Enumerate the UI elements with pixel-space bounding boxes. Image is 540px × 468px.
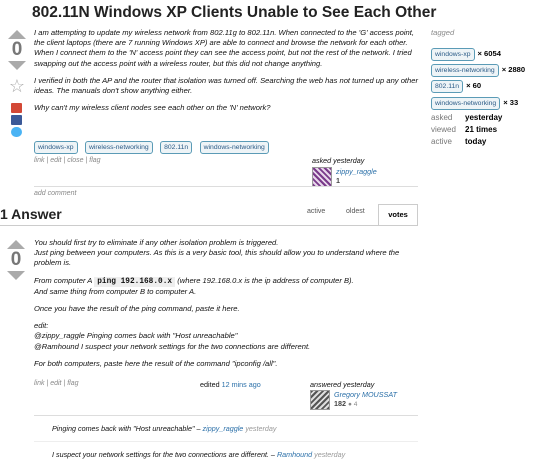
- question-tags: windows-xp wireless-networking 802.11n w…: [34, 136, 272, 154]
- comment: Pinging comes back with "Host unreachabl…: [52, 424, 276, 433]
- answers-count: 1 Answer: [0, 206, 62, 222]
- user-name[interactable]: Gregory MOUSSAT: [334, 390, 397, 399]
- answer-vote-count: 0: [10, 249, 22, 270]
- stat-label: viewed: [431, 125, 456, 134]
- sidebar-tag-count: × 60: [466, 81, 482, 90]
- upvote-icon[interactable]: [8, 30, 26, 39]
- add-comment-link[interactable]: add comment: [34, 190, 76, 197]
- question-actions[interactable]: link | edit | close | flag: [34, 157, 101, 164]
- answer-text: From computer A: [34, 275, 93, 285]
- sidebar-tag-count: × 6054: [477, 49, 501, 58]
- tag-802-11n[interactable]: 802.11n: [160, 141, 193, 154]
- question-body: I am attempting to update my wireless ne…: [34, 28, 418, 120]
- twitter-icon[interactable]: [11, 127, 22, 137]
- question-vote-column: 0 ☆: [6, 30, 28, 96]
- tagged-label: tagged: [431, 28, 455, 37]
- tag-windows-networking[interactable]: windows-networking: [199, 141, 269, 154]
- ping-code: ping 192.168.0.x: [94, 276, 176, 287]
- question-paragraph: I verified in both the AP and the router…: [34, 75, 419, 96]
- divider: [34, 415, 418, 416]
- question-paragraph: Why can't my wireless client nodes see e…: [34, 103, 271, 113]
- divider: [0, 225, 418, 226]
- edit-label: edit:: [34, 321, 49, 331]
- downvote-icon[interactable]: [7, 271, 25, 280]
- answer-paragraph: You should first try to eliminate if any…: [34, 238, 279, 247]
- divider: [34, 186, 418, 187]
- tab-oldest[interactable]: oldest: [346, 208, 365, 215]
- tag-windows-xp[interactable]: windows-xp: [34, 141, 78, 154]
- answer-user-card: answered yesterday Gregory MOUSSAT 182 ●…: [310, 380, 420, 410]
- edited-time[interactable]: 12 mins ago: [222, 380, 261, 389]
- avatar[interactable]: [312, 167, 332, 187]
- answer-text: (where 192.168.0.x is the ip address of …: [177, 275, 354, 285]
- comment-time: yesterday: [245, 424, 277, 433]
- upvote-icon[interactable]: [7, 240, 25, 249]
- answer-body: You should first try to eliminate if any…: [34, 238, 418, 376]
- user-name[interactable]: zippy_raggle: [336, 167, 377, 176]
- sidebar-tag[interactable]: windows-networking: [431, 97, 501, 110]
- edited-info: edited 12 mins ago: [200, 380, 261, 389]
- answer-paragraph: @Ramhound I suspect your network setting…: [34, 341, 311, 351]
- tab-votes[interactable]: votes: [378, 204, 418, 226]
- bronze-badge: ● 4: [348, 401, 358, 408]
- comment-text: Pinging comes back with "Host unreachabl…: [52, 424, 201, 433]
- sidebar-tag-count: × 33: [503, 98, 519, 107]
- question-stats: asked yesterday viewed 21 times active toda…: [431, 112, 502, 148]
- question-paragraph: I am attempting to update my wireless ne…: [34, 28, 414, 68]
- answer-paragraph: For both computers, paste here the resul…: [34, 358, 278, 368]
- answer-paragraph: From computer A ping 192.168.0.x (where …: [34, 276, 418, 287]
- comment-text: I suspect your network settings for the …: [52, 450, 275, 459]
- comment: I suspect your network settings for the …: [52, 450, 345, 459]
- divider: [34, 441, 418, 442]
- sidebar-tag-row: windows-networking × 33: [431, 92, 518, 110]
- answer-paragraph: @zippy_raggle Pinging comes back with "H…: [34, 331, 238, 341]
- favorite-star-icon[interactable]: ☆: [6, 76, 28, 96]
- answer-paragraph: Once you have the result of the ping com…: [34, 304, 240, 314]
- tag-wireless-networking[interactable]: wireless-networking: [84, 141, 153, 154]
- asked-label: asked yesterday: [312, 156, 365, 165]
- google-plus-icon[interactable]: [11, 103, 22, 113]
- question-user-card: asked yesterday zippy_raggle 1: [312, 156, 412, 187]
- sidebar-tag-row: 802.11n × 60: [431, 75, 481, 93]
- downvote-icon[interactable]: [8, 61, 26, 70]
- tab-active[interactable]: active: [307, 208, 325, 215]
- stat-label: asked: [431, 113, 453, 122]
- comment-user[interactable]: zippy_raggle: [203, 424, 244, 433]
- question-vote-count: 0: [11, 39, 23, 60]
- comment-user[interactable]: Ramhound: [277, 450, 312, 459]
- stat-label: active: [431, 137, 452, 146]
- comment-time: yesterday: [314, 450, 346, 459]
- question-title[interactable]: 802.11N Windows XP Clients Unable to See…: [32, 4, 436, 22]
- facebook-icon[interactable]: [11, 115, 22, 125]
- sidebar-tag-count: × 2880: [501, 65, 526, 74]
- avatar[interactable]: [310, 390, 330, 410]
- answer-paragraph: And same thing from computer B to comput…: [34, 286, 197, 296]
- user-reputation: 1: [336, 176, 340, 185]
- answer-vote-column: 0: [5, 240, 27, 280]
- user-reputation: 182: [334, 399, 346, 408]
- answer-actions[interactable]: link | edit | flag: [34, 380, 79, 387]
- edited-label: edited: [200, 380, 220, 389]
- answer-paragraph: Just ping between your computers. As thi…: [34, 248, 400, 268]
- stat-value: 21 times: [465, 125, 498, 134]
- answered-label: answered yesterday: [310, 380, 375, 389]
- stat-value: yesterday: [465, 113, 503, 122]
- stat-value: today: [465, 137, 487, 146]
